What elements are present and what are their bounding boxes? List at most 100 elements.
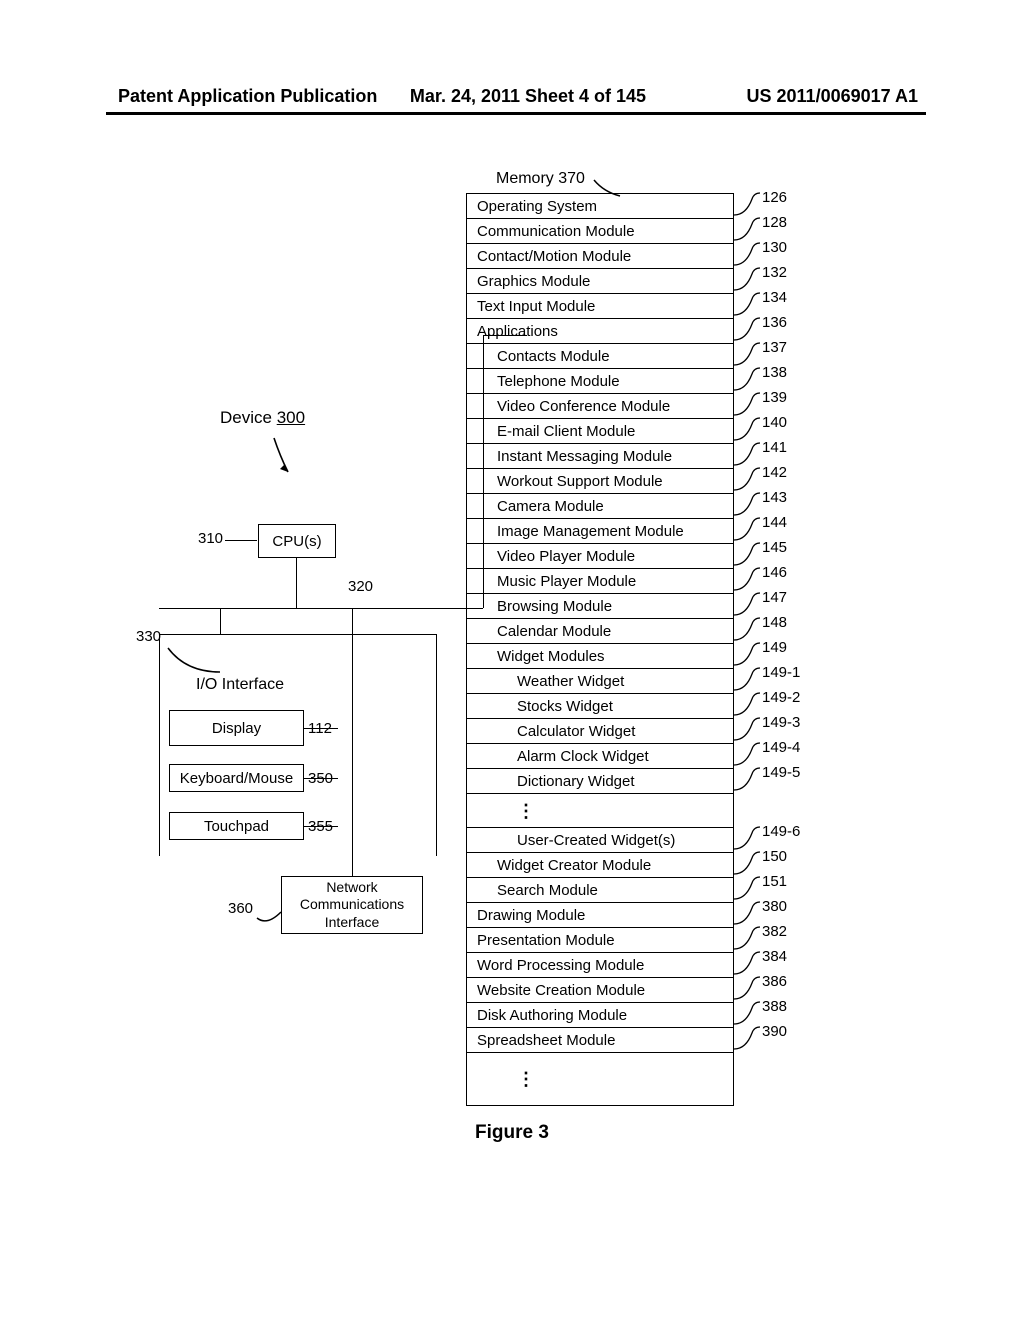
memory-table: Operating SystemCommunication ModuleCont… bbox=[466, 193, 734, 1106]
memory-row: Video Conference Module bbox=[467, 394, 733, 419]
cpu-ref: 310 bbox=[198, 530, 223, 547]
cpu-box: CPU(s) bbox=[258, 524, 336, 558]
memory-row-ref: 139 bbox=[762, 389, 787, 406]
memory-row: Website Creation Module bbox=[467, 978, 733, 1003]
memory-row-text: User-Created Widget(s) bbox=[517, 832, 675, 849]
memory-row-ref: 149-6 bbox=[762, 823, 800, 840]
keyboard-box: Keyboard/Mouse bbox=[169, 764, 304, 792]
memory-row: Widget Creator Module bbox=[467, 853, 733, 878]
memory-row: ⋮ bbox=[467, 794, 733, 828]
memory-row-ref: 149 bbox=[762, 639, 787, 656]
touchpad-ref: 355 bbox=[308, 818, 333, 835]
memory-row-text: Calculator Widget bbox=[517, 723, 635, 740]
memory-row-ref: 384 bbox=[762, 948, 787, 965]
memory-row-text: Communication Module bbox=[477, 223, 635, 240]
keyboard-ref: 350 bbox=[308, 770, 333, 787]
memory-row-text: Workout Support Module bbox=[497, 473, 663, 490]
memory-row-ref: 147 bbox=[762, 589, 787, 606]
touchpad-text: Touchpad bbox=[204, 818, 269, 835]
memory-row-ref: 149-4 bbox=[762, 739, 800, 756]
memory-row-text: Word Processing Module bbox=[477, 957, 644, 974]
figure-caption: Figure 3 bbox=[0, 1122, 1024, 1144]
memory-row: Contacts Module bbox=[467, 344, 733, 369]
memory-row-ref: 146 bbox=[762, 564, 787, 581]
memory-row: Video Player Module bbox=[467, 544, 733, 569]
memory-row-text: Instant Messaging Module bbox=[497, 448, 672, 465]
memory-row-ref: 136 bbox=[762, 314, 787, 331]
memory-row-ref: 143 bbox=[762, 489, 787, 506]
io-interface-title: I/O Interface bbox=[196, 676, 284, 694]
memory-row-text: Contacts Module bbox=[497, 348, 610, 365]
memory-row: Weather Widget bbox=[467, 669, 733, 694]
memory-row-text: Spreadsheet Module bbox=[477, 1032, 615, 1049]
memory-row-text: Dictionary Widget bbox=[517, 773, 635, 790]
memory-row: Spreadsheet Module bbox=[467, 1028, 733, 1053]
memory-row-ref: 388 bbox=[762, 998, 787, 1015]
memory-row: Search Module bbox=[467, 878, 733, 903]
memory-row: Workout Support Module bbox=[467, 469, 733, 494]
memory-row-text: Video Player Module bbox=[497, 548, 635, 565]
memory-row: Contact/Motion Module bbox=[467, 244, 733, 269]
display-box: Display bbox=[169, 710, 304, 746]
network-text: Network Communications Interface bbox=[300, 879, 404, 932]
memory-row: ⋮ bbox=[467, 1053, 733, 1105]
header-sheet: Mar. 24, 2011 Sheet 4 of 145 bbox=[378, 86, 658, 107]
memory-row-ref: 149-2 bbox=[762, 689, 800, 706]
memory-row-text: Weather Widget bbox=[517, 673, 624, 690]
memory-row-text: Video Conference Module bbox=[497, 398, 670, 415]
memory-row-text: Presentation Module bbox=[477, 932, 615, 949]
memory-row-text: Browsing Module bbox=[497, 598, 612, 615]
network-box: Network Communications Interface bbox=[281, 876, 423, 934]
io-ref: 330 bbox=[136, 628, 161, 645]
memory-row: Telephone Module bbox=[467, 369, 733, 394]
memory-row-text: Text Input Module bbox=[477, 298, 595, 315]
memory-row-text: Widget Creator Module bbox=[497, 857, 651, 874]
memory-row-ref: 144 bbox=[762, 514, 787, 531]
memory-row-text: Widget Modules bbox=[497, 648, 605, 665]
memory-row-ref: 148 bbox=[762, 614, 787, 631]
memory-row-ref: 382 bbox=[762, 923, 787, 940]
network-ref: 360 bbox=[228, 900, 253, 917]
memory-row-text: Contact/Motion Module bbox=[477, 248, 631, 265]
memory-row: Drawing Module bbox=[467, 903, 733, 928]
cpu-text: CPU(s) bbox=[272, 533, 321, 550]
device-label: Device 300 bbox=[220, 408, 305, 428]
memory-row-text: Telephone Module bbox=[497, 373, 620, 390]
header-id: US 2011/0069017 A1 bbox=[658, 86, 1024, 107]
memory-row-text: Calendar Module bbox=[497, 623, 611, 640]
memory-row-text: Image Management Module bbox=[497, 523, 684, 540]
memory-row: Text Input Module bbox=[467, 294, 733, 319]
memory-row-text: E-mail Client Module bbox=[497, 423, 635, 440]
memory-row: Image Management Module bbox=[467, 519, 733, 544]
memory-row: Stocks Widget bbox=[467, 694, 733, 719]
memory-row: Presentation Module bbox=[467, 928, 733, 953]
memory-row: Browsing Module bbox=[467, 594, 733, 619]
bus-line bbox=[159, 608, 437, 609]
memory-row-ref: 128 bbox=[762, 214, 787, 231]
memory-row: Alarm Clock Widget bbox=[467, 744, 733, 769]
memory-row-ref: 134 bbox=[762, 289, 787, 306]
device-number: 300 bbox=[277, 408, 305, 427]
memory-row: E-mail Client Module bbox=[467, 419, 733, 444]
cpu-lead-line bbox=[225, 540, 257, 541]
memory-row-text: Music Player Module bbox=[497, 573, 636, 590]
memory-row-ref: 390 bbox=[762, 1023, 787, 1040]
keyboard-text: Keyboard/Mouse bbox=[180, 770, 293, 787]
header-pub: Patent Application Publication bbox=[0, 86, 378, 107]
memory-row-text: Website Creation Module bbox=[477, 982, 645, 999]
memory-row: Calendar Module bbox=[467, 619, 733, 644]
memory-row: Instant Messaging Module bbox=[467, 444, 733, 469]
memory-row-ref: 380 bbox=[762, 898, 787, 915]
memory-row-ref: 151 bbox=[762, 873, 787, 890]
memory-row-text: Camera Module bbox=[497, 498, 604, 515]
memory-row: Widget Modules bbox=[467, 644, 733, 669]
memory-row: Dictionary Widget bbox=[467, 769, 733, 794]
memory-row: Graphics Module bbox=[467, 269, 733, 294]
bus-ref: 320 bbox=[348, 578, 373, 595]
memory-row: Word Processing Module bbox=[467, 953, 733, 978]
memory-row-text: Drawing Module bbox=[477, 907, 585, 924]
memory-row-ref: 130 bbox=[762, 239, 787, 256]
memory-row-text: Stocks Widget bbox=[517, 698, 613, 715]
memory-row-ref: 141 bbox=[762, 439, 787, 456]
memory-row-text: Alarm Clock Widget bbox=[517, 748, 649, 765]
